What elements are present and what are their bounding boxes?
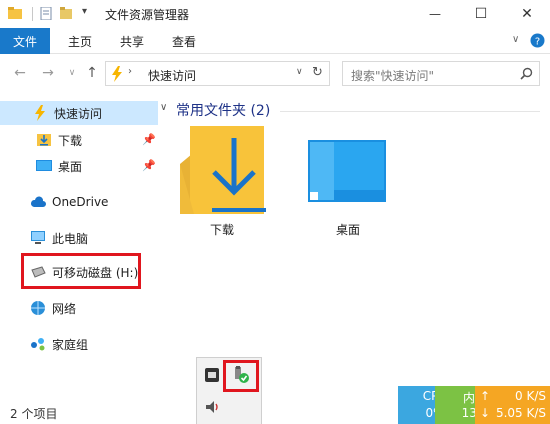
- quick-access-toolbar-dropdown-icon[interactable]: ▾: [82, 6, 87, 17]
- bluetooth-icon[interactable]: [205, 368, 219, 382]
- navigation-pane: 快速访问 下载 📌 桌面 📌 OneDrive 此电脑 可移动磁盘 (H:) 网…: [0, 92, 158, 398]
- folder-label: 桌面: [335, 223, 360, 237]
- sidebar-item-onedrive[interactable]: OneDrive: [30, 191, 108, 213]
- breadcrumb-chevron-icon[interactable]: ›: [128, 66, 132, 77]
- minimize-button[interactable]: —: [412, 0, 458, 28]
- sidebar-item-downloads[interactable]: 下载: [36, 129, 82, 151]
- cpu-monitor: CPU 0%: [398, 386, 447, 424]
- folder-tile-downloads[interactable]: 下载: [172, 124, 272, 242]
- back-arrow-icon[interactable]: ←: [12, 65, 28, 81]
- tab-view[interactable]: 查看: [172, 28, 196, 54]
- memory-monitor: 内存 13%: [435, 386, 488, 424]
- sidebar-item-label: 下载: [58, 133, 83, 148]
- section-title[interactable]: 常用文件夹 (2): [176, 100, 270, 120]
- sidebar-item-label: 此电脑: [52, 231, 89, 246]
- lightning-icon: [32, 105, 48, 121]
- new-folder-icon[interactable]: [60, 7, 74, 20]
- help-icon[interactable]: ?: [530, 33, 545, 48]
- navigation-bar: ← → ∨ ↑ › 快速访问 ∨ ↻ 搜索"快速访问": [0, 54, 550, 92]
- download-speed: 5.05 K/S: [495, 406, 546, 420]
- title-bar: ▾ 文件资源管理器 — ☐ ✕: [0, 0, 550, 28]
- folder-icon[interactable]: [8, 7, 22, 20]
- address-dropdown-icon[interactable]: ∨: [296, 67, 303, 77]
- sidebar-item-label: OneDrive: [52, 195, 109, 209]
- sidebar-item-homegroup[interactable]: 家庭组: [30, 333, 88, 355]
- computer-icon: [30, 230, 46, 246]
- sidebar-item-label: 快速访问: [54, 106, 103, 121]
- removable-drive-highlight: [21, 253, 141, 289]
- forward-arrow-icon[interactable]: →: [40, 65, 56, 81]
- address-path: 快速访问: [148, 69, 197, 83]
- sidebar-item-label: 网络: [52, 301, 77, 316]
- tab-file[interactable]: 文件: [0, 28, 50, 54]
- search-placeholder: 搜索"快速访问": [351, 69, 435, 83]
- tab-share[interactable]: 共享: [120, 28, 144, 54]
- sidebar-item-this-pc[interactable]: 此电脑: [30, 227, 88, 249]
- ribbon-expand-icon[interactable]: ∨: [512, 34, 519, 45]
- tab-home[interactable]: 主页: [68, 28, 92, 54]
- folder-tile-desktop[interactable]: 桌面: [286, 124, 386, 242]
- sidebar-item-desktop[interactable]: 桌面: [36, 155, 82, 177]
- download-folder-icon: [36, 132, 52, 148]
- sidebar-item-network[interactable]: 网络: [30, 297, 76, 319]
- recent-locations-icon[interactable]: ∨: [64, 65, 80, 81]
- search-icon: [520, 67, 533, 80]
- section-collapse-icon[interactable]: ∨: [160, 102, 167, 113]
- sidebar-item-label: 家庭组: [52, 337, 89, 352]
- download-arrow-icon: ↓: [480, 406, 491, 420]
- svg-text:?: ?: [535, 37, 540, 48]
- tray-overflow-popup: [196, 357, 262, 424]
- title-separator: [32, 7, 33, 21]
- window-title: 文件资源管理器: [105, 8, 190, 22]
- search-input[interactable]: 搜索"快速访问": [342, 61, 540, 86]
- tray-icon-highlight: [223, 360, 259, 392]
- maximize-button[interactable]: ☐: [458, 0, 504, 28]
- up-arrow-icon[interactable]: ↑: [84, 65, 100, 81]
- section-divider: [280, 111, 540, 112]
- speaker-icon[interactable]: [205, 400, 221, 414]
- homegroup-icon: [30, 336, 46, 352]
- lightning-icon: [112, 66, 122, 82]
- close-button[interactable]: ✕: [504, 0, 550, 28]
- properties-icon[interactable]: [40, 7, 54, 20]
- download-folder-icon: [180, 126, 266, 214]
- desktop-icon: [36, 158, 52, 174]
- item-count: 2 个项目: [10, 407, 58, 421]
- network-monitor: ↑ 0 K/S ↓ 5.05 K/S: [475, 386, 550, 424]
- pin-icon[interactable]: 📌: [142, 133, 156, 146]
- upload-arrow-icon: ↑: [480, 389, 491, 403]
- desktop-folder-icon: [308, 140, 386, 202]
- refresh-icon[interactable]: ↻: [312, 65, 323, 80]
- cloud-icon: [30, 194, 46, 210]
- sidebar-item-quick-access[interactable]: 快速访问: [32, 102, 102, 124]
- upload-speed: 0 K/S: [515, 389, 546, 403]
- pin-icon[interactable]: 📌: [142, 159, 156, 172]
- ribbon-tabs: 文件 主页 共享 查看 ∨ ?: [0, 28, 550, 54]
- network-icon: [30, 300, 46, 316]
- address-bar[interactable]: › 快速访问 ∨ ↻: [105, 61, 330, 86]
- folder-label: 下载: [209, 223, 234, 237]
- sidebar-item-label: 桌面: [58, 159, 83, 174]
